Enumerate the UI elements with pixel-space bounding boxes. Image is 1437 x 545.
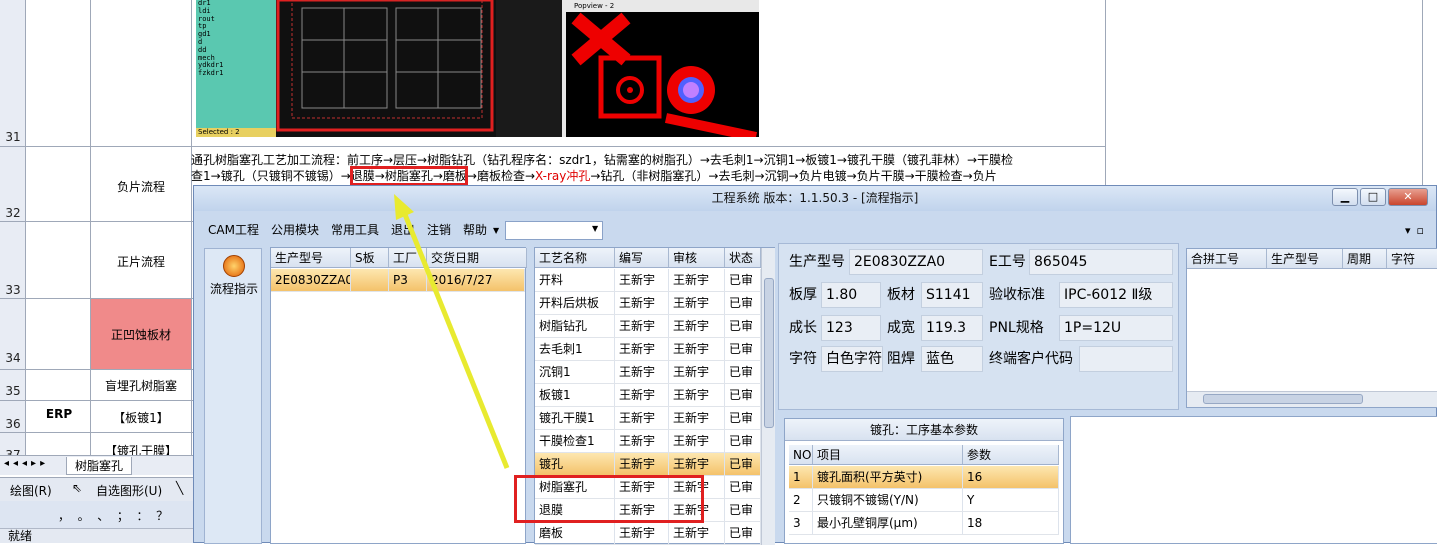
annotation-arrow [394, 194, 510, 469]
